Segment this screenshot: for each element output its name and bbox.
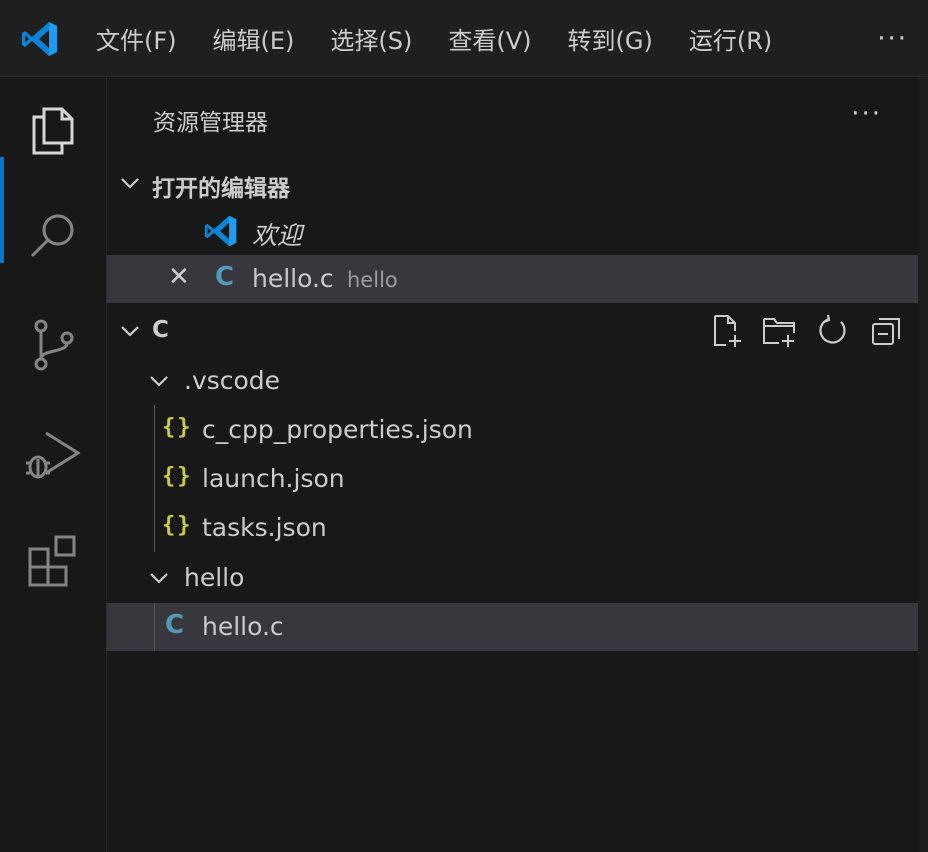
activity-bar bbox=[0, 77, 107, 852]
run-debug-icon[interactable] bbox=[22, 423, 84, 485]
menu-file[interactable]: 文件(F) bbox=[96, 21, 177, 56]
file-label: c_cpp_properties.json bbox=[202, 415, 473, 444]
workspace-label: C bbox=[152, 317, 169, 343]
chevron-down-icon bbox=[150, 376, 168, 387]
folder-label: ​.vscode bbox=[184, 366, 281, 395]
file-hello-c[interactable]: C hello.c bbox=[107, 603, 918, 651]
sidebar-more-button[interactable]: ··· bbox=[851, 99, 882, 129]
new-file-icon[interactable] bbox=[709, 313, 745, 349]
file-tasks-json[interactable]: {} tasks.json bbox=[107, 504, 918, 552]
active-indicator bbox=[0, 157, 4, 263]
folder-label: hello bbox=[184, 563, 245, 592]
chevron-down-icon bbox=[121, 326, 139, 337]
open-editor-welcome[interactable]: 欢迎 bbox=[107, 207, 918, 255]
vscode-logo-icon[interactable] bbox=[20, 19, 60, 59]
new-folder-icon[interactable] bbox=[761, 313, 797, 349]
chevron-down-icon bbox=[150, 573, 168, 584]
file-label: launch.json bbox=[202, 464, 345, 493]
refresh-icon[interactable] bbox=[815, 313, 851, 349]
indent-guide bbox=[154, 603, 155, 651]
menu-selection[interactable]: 选择(S) bbox=[330, 21, 412, 56]
collapse-all-icon[interactable] bbox=[869, 313, 905, 349]
menu-more-button[interactable]: ··· bbox=[877, 24, 908, 54]
json-file-icon: {} bbox=[162, 415, 193, 440]
c-file-icon: C bbox=[165, 610, 185, 640]
files-icon[interactable] bbox=[22, 97, 84, 159]
open-editors-label: 打开的编辑器 bbox=[152, 176, 290, 202]
menu-run[interactable]: 运行(R) bbox=[689, 21, 772, 56]
explorer-sidebar: 资源管理器 ··· 打开的编辑器 欢迎 ✕ C hello.c hello C bbox=[107, 77, 918, 852]
folder-hello[interactable]: hello bbox=[107, 554, 918, 602]
close-icon[interactable]: ✕ bbox=[168, 262, 190, 292]
source-control-icon[interactable] bbox=[22, 313, 84, 375]
search-icon[interactable] bbox=[22, 205, 84, 267]
workspace-header[interactable]: C bbox=[107, 307, 918, 355]
json-file-icon: {} bbox=[162, 464, 193, 489]
open-editor-label: hello.c bbox=[252, 264, 334, 293]
title-bar: 文件(F) 编辑(E) 选择(S) 查看(V) 转到(G) 运行(R) ··· bbox=[0, 0, 928, 77]
file-launch-json[interactable]: {} launch.json bbox=[107, 455, 918, 503]
extensions-icon[interactable] bbox=[22, 531, 84, 593]
file-label: hello.c bbox=[202, 612, 284, 641]
vscode-logo-icon bbox=[204, 215, 237, 247]
folder-vscode[interactable]: ​.vscode bbox=[107, 357, 918, 405]
open-editor-description: hello bbox=[347, 268, 398, 292]
file-label: tasks.json bbox=[202, 513, 327, 542]
file-c-cpp-properties[interactable]: {} c_cpp_properties.json bbox=[107, 406, 918, 454]
c-file-icon: C bbox=[215, 262, 235, 292]
open-editor-label: 欢迎 bbox=[252, 221, 303, 250]
menu-go[interactable]: 转到(G) bbox=[568, 21, 653, 56]
menu-view[interactable]: 查看(V) bbox=[448, 21, 531, 56]
open-editor-hello-c[interactable]: ✕ C hello.c hello bbox=[107, 255, 918, 303]
editor-area-edge bbox=[918, 155, 928, 852]
json-file-icon: {} bbox=[162, 513, 193, 538]
chevron-down-icon bbox=[121, 178, 139, 189]
sidebar-title: 资源管理器 bbox=[153, 110, 268, 136]
open-editors-header[interactable]: 打开的编辑器 bbox=[107, 159, 918, 207]
menu-edit[interactable]: 编辑(E) bbox=[213, 21, 295, 56]
menu-bar: 文件(F) 编辑(E) 选择(S) 查看(V) 转到(G) 运行(R) bbox=[96, 0, 808, 76]
